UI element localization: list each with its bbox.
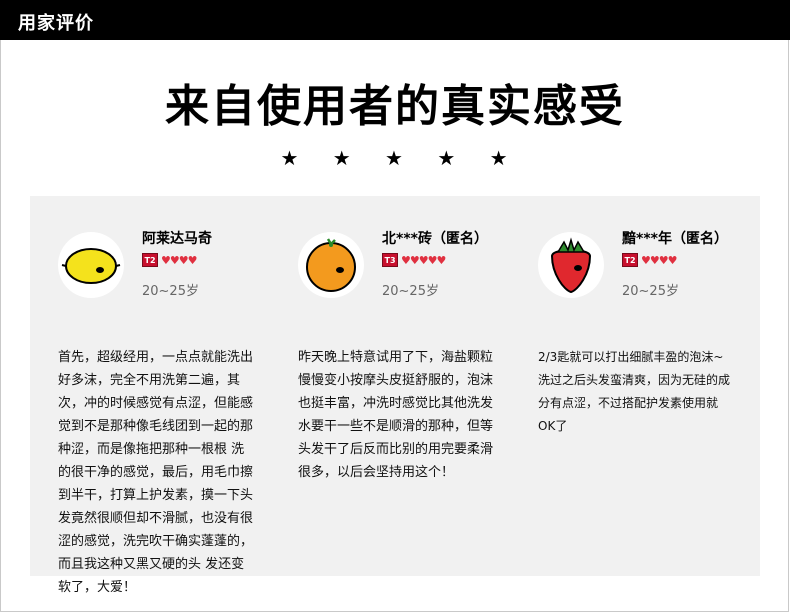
level-badge: T2 xyxy=(142,253,158,267)
review-card-3: 黯***年（匿名） T2 ♥♥♥♥ 20~25岁 2/3匙就可以打出细腻丰盈的泡… xyxy=(510,196,750,576)
reviewer-badges: T2 ♥♥♥♥ xyxy=(622,253,677,267)
reviewer-name: 黯***年（匿名） xyxy=(622,231,728,247)
reviewer-name: 阿莱达马奇 xyxy=(142,231,212,247)
strawberry-icon xyxy=(538,232,604,298)
orange-icon xyxy=(298,232,364,298)
header-bar: 用家评价 xyxy=(0,0,790,40)
review-page: 用家评价 来自使用者的真实感受 ★ ★ ★ ★ ★ 阿莱达马奇 T2 ♥♥♥♥ … xyxy=(0,0,790,615)
level-badge: T3 xyxy=(382,253,398,267)
reviewer-name: 北***砖（匿名） xyxy=(382,231,488,247)
review-card-2: 北***砖（匿名） T3 ♥♥♥♥♥ 20~25岁 昨天晚上特意试用了下，海盐颗… xyxy=(270,196,510,576)
rating-stars: ★ ★ ★ ★ ★ xyxy=(280,146,522,170)
review-text: 首先，超级经用，一点点就能洗出好多沫，完全不用洗第二遍，其次，冲的时候感觉有点涩… xyxy=(58,350,254,595)
review-card-1: 阿莱达马奇 T2 ♥♥♥♥ 20~25岁 首先，超级经用，一点点就能洗出好多沫，… xyxy=(30,196,270,595)
reviewer-age: 20~25岁 xyxy=(142,284,199,299)
header-title: 用家评价 xyxy=(18,13,94,34)
reviewer-age: 20~25岁 xyxy=(622,284,679,299)
reviewer-badges: T3 ♥♥♥♥♥ xyxy=(382,253,446,267)
review-text: 2/3匙就可以打出细腻丰盈的泡沫~洗过之后头发蛮清爽，因为无硅的成分有点涩，不过… xyxy=(538,350,731,433)
review-text: 昨天晚上特意试用了下，海盐颗粒慢慢变小按摩头皮挺舒服的，泡沫也挺丰富，冲洗时感觉… xyxy=(298,350,494,480)
reviews-panel: 阿莱达马奇 T2 ♥♥♥♥ 20~25岁 首先，超级经用，一点点就能洗出好多沫，… xyxy=(30,196,760,595)
reviewer-age: 20~25岁 xyxy=(382,284,439,299)
heart-icons: ♥♥♥♥ xyxy=(641,253,677,267)
reviewer-badges: T2 ♥♥♥♥ xyxy=(142,253,197,267)
lemon-icon xyxy=(58,232,124,298)
heart-icons: ♥♥♥♥ xyxy=(161,253,197,267)
heart-icons: ♥♥♥♥♥ xyxy=(401,253,446,267)
page-title: 来自使用者的真实感受 xyxy=(165,81,625,132)
level-badge: T2 xyxy=(622,253,638,267)
